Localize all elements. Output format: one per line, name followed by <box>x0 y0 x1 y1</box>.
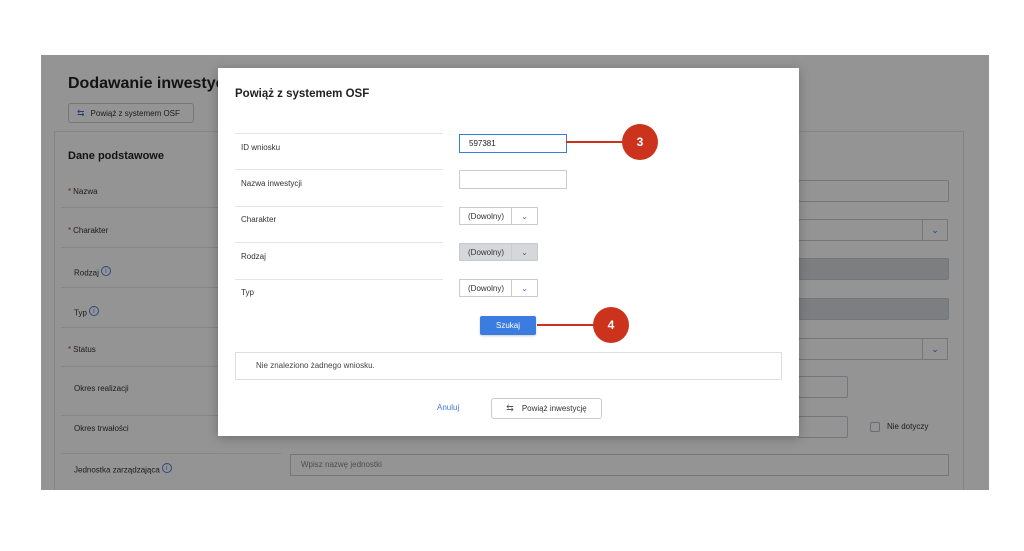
charakter-select[interactable]: (Dowolny) ⌄ <box>459 207 538 225</box>
link-icon: ⇆ <box>506 403 514 413</box>
divider <box>235 169 443 170</box>
id-wniosku-input[interactable] <box>459 134 567 153</box>
typ-select-value: (Dowolny) <box>460 280 512 296</box>
link-investment-button[interactable]: ⇆ Powiąż inwestycję <box>491 398 602 419</box>
divider <box>235 133 443 134</box>
step-4-callout: 4 <box>593 307 629 343</box>
label-nazwa-inwestycji: Nazwa inwestycji <box>241 179 302 188</box>
osf-link-modal: Powiąż z systemem OSF ID wniosku Nazwa i… <box>218 68 799 436</box>
link-investment-button-label: Powiąż inwestycję <box>521 404 587 413</box>
search-button[interactable]: Szukaj <box>480 316 536 335</box>
rodzaj-select: (Dowolny) ⌄ <box>459 243 538 261</box>
chevron-down-icon[interactable]: ⌄ <box>512 208 537 224</box>
divider <box>235 242 443 243</box>
label-charakter: Charakter <box>241 215 277 224</box>
rodzaj-select-value: (Dowolny) <box>460 244 512 260</box>
divider <box>235 279 443 280</box>
screenshot-stage: Dodawanie inwestycji ⇆ Powiąż z systemem… <box>0 0 1024 551</box>
callout-line <box>537 324 597 326</box>
label-id-wniosku: ID wniosku <box>241 143 281 152</box>
results-box: Nie znaleziono żadnego wniosku. <box>235 352 782 380</box>
step-3-callout: 3 <box>622 124 658 160</box>
chevron-down-icon[interactable]: ⌄ <box>512 280 537 296</box>
modal-title: Powiąż z systemem OSF <box>235 88 370 100</box>
chevron-down-icon: ⌄ <box>521 247 528 257</box>
label-typ: Typ <box>241 288 254 297</box>
callout-line <box>566 141 626 143</box>
divider <box>235 206 443 207</box>
label-rodzaj: Rodzaj <box>241 252 266 261</box>
nazwa-inwestycji-input[interactable] <box>459 170 567 189</box>
cancel-link[interactable]: Anuluj <box>437 403 459 412</box>
typ-select[interactable]: (Dowolny) ⌄ <box>459 279 538 297</box>
charakter-select-value: (Dowolny) <box>460 208 512 224</box>
